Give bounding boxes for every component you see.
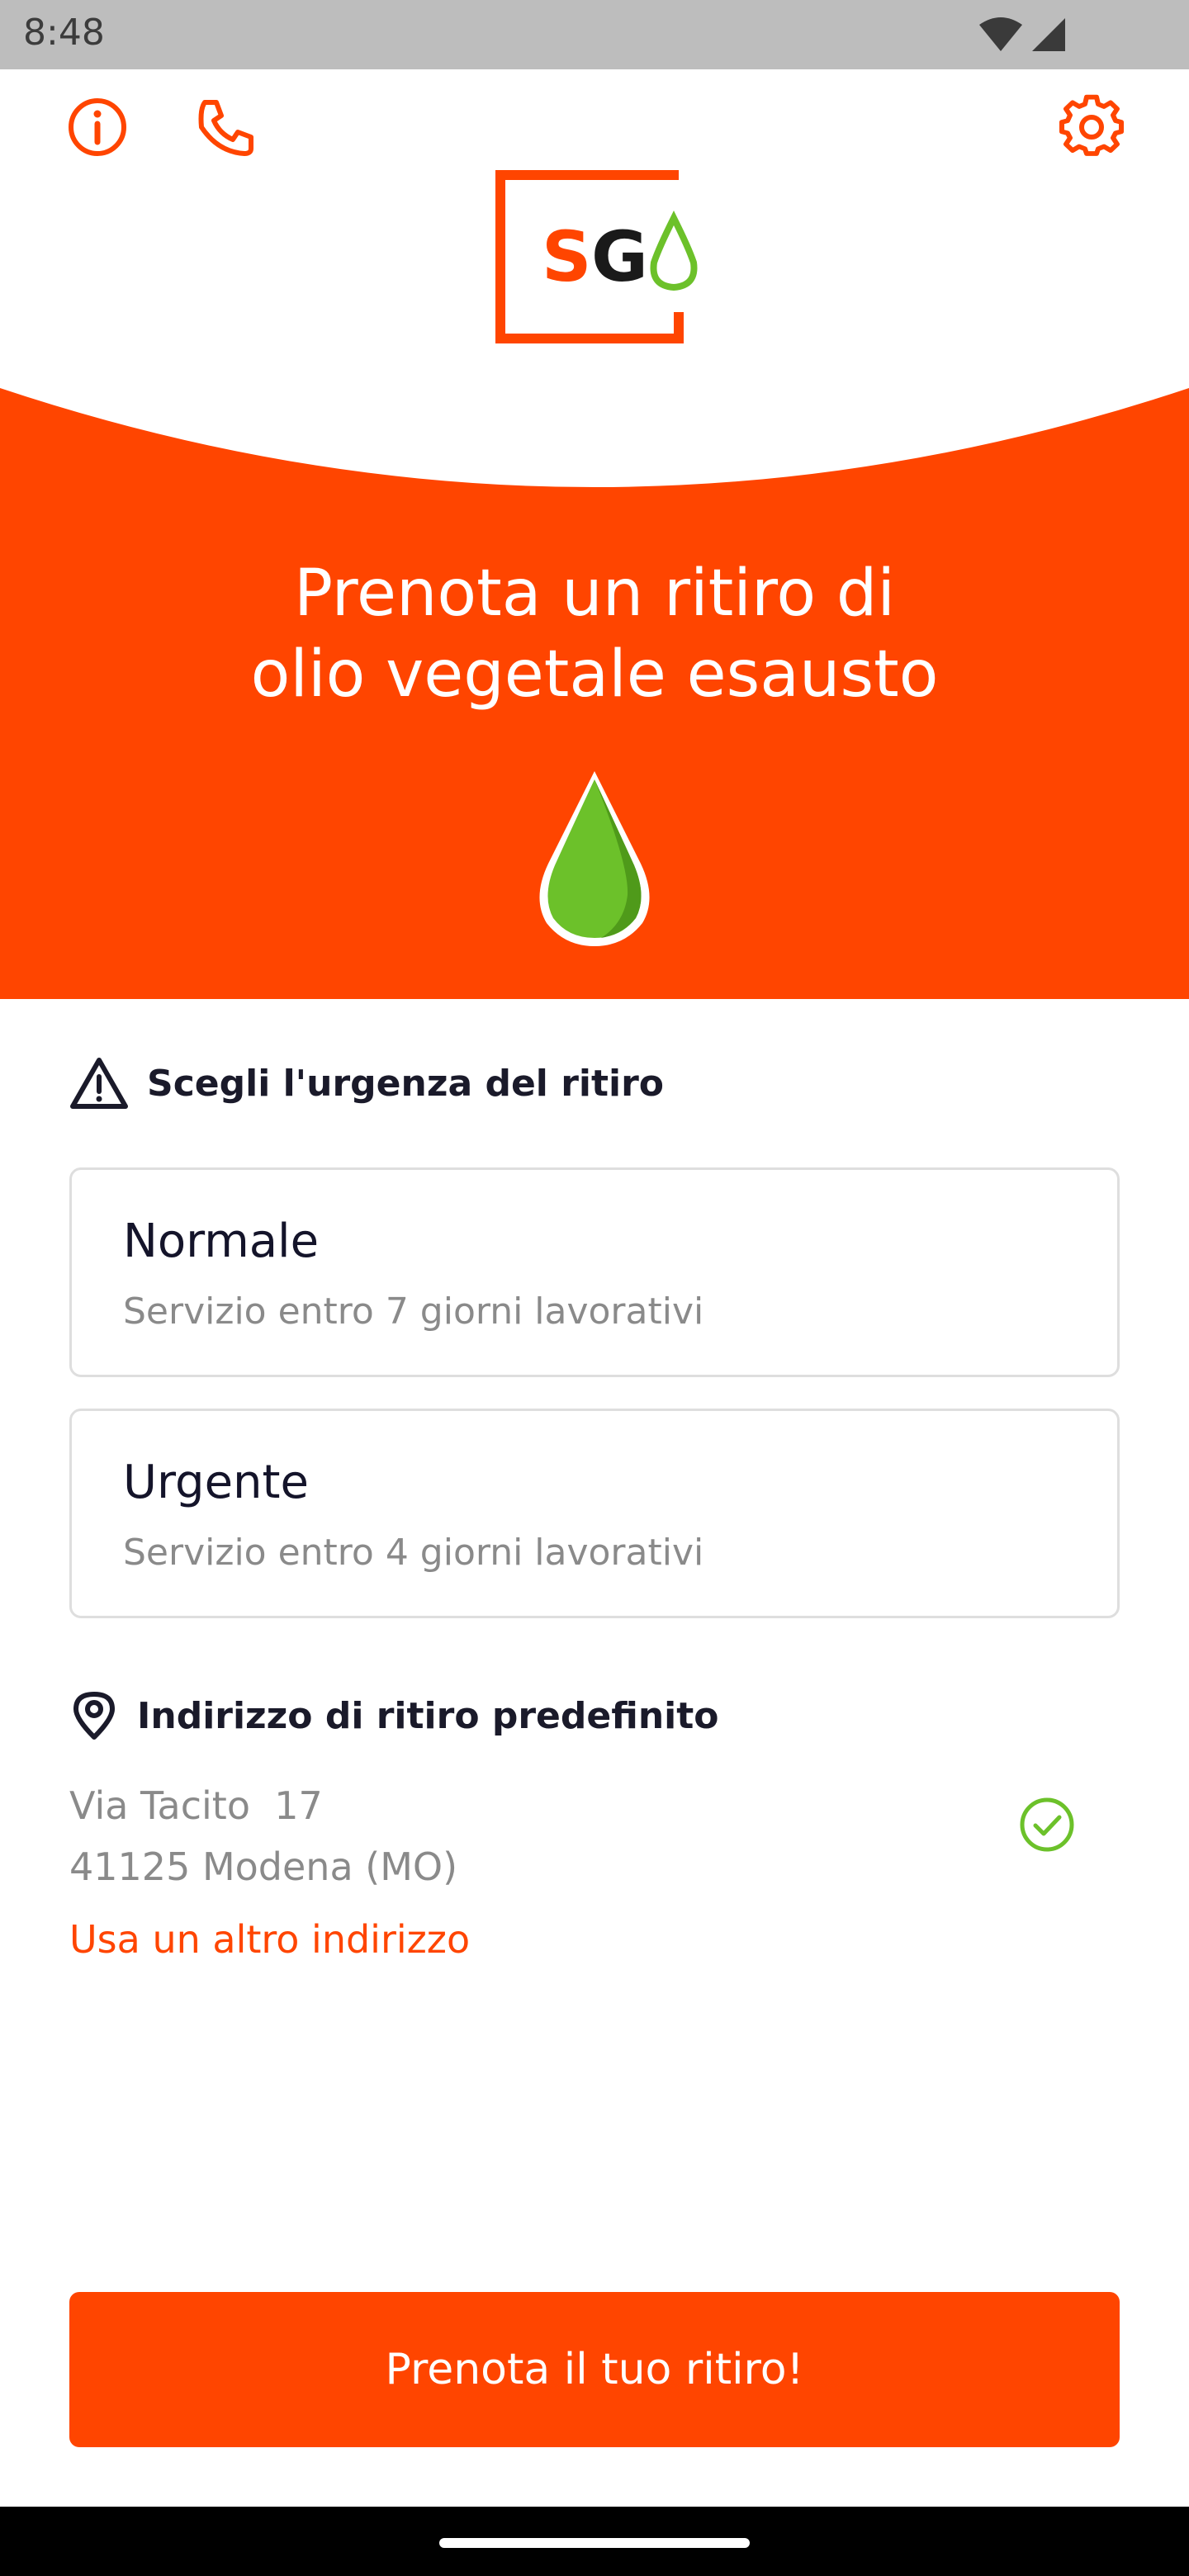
- use-other-address-link[interactable]: Usa un altro indirizzo: [69, 1917, 470, 1962]
- settings-button[interactable]: [1052, 88, 1131, 167]
- sg-logo: S G: [495, 170, 698, 343]
- urgency-option-normal[interactable]: Normale Servizio entro 7 giorni lavorati…: [69, 1167, 1120, 1377]
- wifi-icon: [979, 17, 1022, 51]
- default-address: Via Tacito 17 41125 Modena (MO): [69, 1775, 457, 1897]
- home-gesture-handle[interactable]: [439, 2538, 750, 2548]
- cell-signal-icon: [1032, 18, 1065, 51]
- hero-banner: Prenota un ritiro di olio vegetale esaus…: [0, 388, 1189, 999]
- phone-button[interactable]: [187, 88, 266, 167]
- warning-icon: [70, 1058, 128, 1109]
- hero-title: Prenota un ritiro di olio vegetale esaus…: [0, 553, 1189, 715]
- info-icon: [69, 98, 126, 156]
- address-heading-text: Indirizzo di ritiro predefinito: [137, 1694, 719, 1737]
- hero-title-line2: olio vegetale esausto: [250, 637, 939, 712]
- urgency-heading-text: Scegli l'urgenza del ritiro: [147, 1062, 665, 1105]
- gear-icon: [1059, 94, 1124, 156]
- option-description: Servizio entro 4 giorni lavorativi: [123, 1532, 704, 1574]
- option-title: Normale: [123, 1215, 320, 1268]
- location-pin-icon: [73, 1692, 115, 1740]
- book-pickup-button[interactable]: Prenota il tuo ritiro!: [69, 2292, 1120, 2447]
- address-line2: 41125 Modena (MO): [69, 1844, 458, 1889]
- info-button[interactable]: [58, 88, 137, 167]
- system-nav-bar: [0, 2507, 1189, 2576]
- phone-icon: [198, 100, 253, 156]
- option-title: Urgente: [123, 1456, 309, 1509]
- system-icons: [978, 17, 1067, 53]
- hero-title-line1: Prenota un ritiro di: [293, 556, 896, 631]
- oil-drop-icon: [539, 771, 650, 946]
- status-bar: 8:48: [0, 0, 1189, 69]
- status-time: 8:48: [23, 12, 105, 54]
- address-line1: Via Tacito 17: [69, 1783, 323, 1828]
- check-circle-icon: [1020, 1797, 1074, 1852]
- option-description: Servizio entro 7 giorni lavorativi: [123, 1290, 704, 1333]
- urgency-heading: Scegli l'urgenza del ritiro: [69, 1054, 664, 1113]
- svg-text:S: S: [542, 216, 592, 297]
- urgency-option-urgent[interactable]: Urgente Servizio entro 4 giorni lavorati…: [69, 1409, 1120, 1618]
- svg-text:G: G: [591, 216, 648, 297]
- address-heading: Indirizzo di ritiro predefinito: [69, 1691, 719, 1740]
